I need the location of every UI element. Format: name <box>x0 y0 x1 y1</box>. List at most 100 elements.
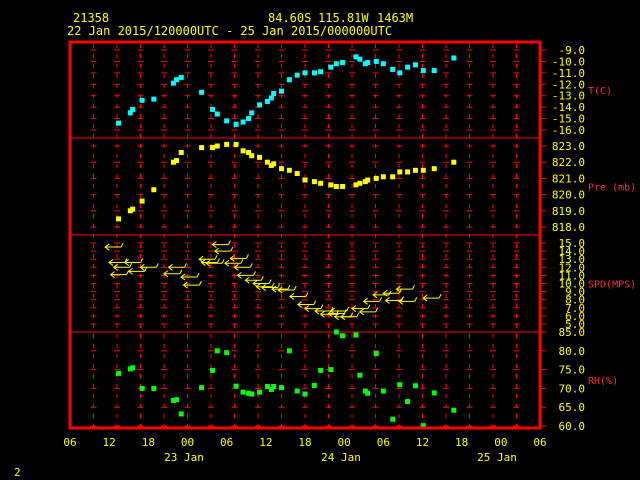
data-point <box>279 88 284 94</box>
page-number: 2 <box>14 466 21 479</box>
wind-barb <box>112 263 133 271</box>
wind-barb <box>139 263 159 271</box>
data-point <box>116 370 122 376</box>
data-point <box>240 119 246 125</box>
data-point <box>390 66 396 72</box>
data-point <box>224 350 230 356</box>
data-point <box>224 141 230 147</box>
data-point <box>246 116 252 122</box>
data-point <box>199 89 205 95</box>
data-point <box>451 159 457 165</box>
data-point <box>390 416 396 422</box>
wind-barb <box>362 297 383 305</box>
wind-barb <box>198 254 218 263</box>
x-tick-label: 06 <box>63 436 76 449</box>
x-tick-label: 18 <box>142 436 155 449</box>
data-point <box>249 110 255 116</box>
data-point <box>178 74 184 80</box>
data-point <box>340 184 346 189</box>
data-point <box>257 154 263 160</box>
y-tick-label: 75.0 <box>559 364 586 377</box>
data-point <box>151 385 157 391</box>
station-elev: 1463M <box>377 11 413 25</box>
data-point <box>328 367 334 373</box>
wind-barb <box>211 240 231 249</box>
data-point <box>328 64 334 70</box>
x-tick-label: 06 <box>533 436 546 449</box>
data-point <box>311 70 317 76</box>
y-axis-label: T(C) <box>588 86 612 97</box>
y-tick-label: 819.0 <box>552 205 585 218</box>
data-point <box>294 171 300 177</box>
y-tick-label: 820.0 <box>552 189 585 202</box>
data-point <box>139 198 145 204</box>
x-tick-label: 18 <box>455 436 468 449</box>
station-lat: 84.60S <box>268 11 311 25</box>
x-tick-label: 06 <box>220 436 233 449</box>
wind-barb <box>127 267 148 275</box>
data-point <box>210 367 216 373</box>
wind-barb <box>289 292 309 300</box>
y-tick-label: 80.0 <box>559 345 586 358</box>
data-point <box>286 167 292 173</box>
data-point <box>405 399 411 405</box>
data-point <box>116 120 122 126</box>
y-axis-label: Pre (mb) <box>588 183 636 194</box>
time-range: 22 Jan 2015/120000UTC - 25 Jan 2015/0000… <box>67 24 392 38</box>
data-point <box>214 348 220 354</box>
data-point <box>412 62 418 68</box>
data-point <box>257 102 263 108</box>
data-point <box>397 70 403 76</box>
data-point <box>294 388 300 394</box>
data-point <box>340 333 346 339</box>
x-tick-label: 12 <box>103 436 116 449</box>
wind-barb <box>213 246 234 255</box>
x-tick-label: 00 <box>181 436 194 449</box>
wind-barb <box>109 270 130 278</box>
data-point <box>431 166 437 172</box>
data-point <box>397 169 403 175</box>
x-day-label: 23 Jan <box>164 451 204 464</box>
data-point <box>178 411 184 417</box>
data-point <box>405 169 411 175</box>
data-point <box>286 77 292 83</box>
data-point <box>130 106 136 112</box>
data-point <box>279 166 284 172</box>
data-point <box>412 383 418 389</box>
data-point <box>249 153 255 159</box>
data-point <box>214 111 220 117</box>
wind-barb <box>167 263 187 271</box>
data-point <box>210 145 216 151</box>
data-point <box>268 95 274 101</box>
data-point <box>224 118 230 124</box>
x-day-label: 24 Jan <box>321 451 361 464</box>
y-tick-label: 823.0 <box>552 140 585 153</box>
y-tick-label: -16.0 <box>552 124 585 137</box>
data-point <box>380 174 386 180</box>
x-tick-label: 12 <box>416 436 429 449</box>
data-point <box>210 106 216 112</box>
data-point <box>451 55 457 61</box>
data-point <box>174 77 180 83</box>
y-axis-label: RH(%) <box>588 376 618 387</box>
data-point <box>302 177 308 183</box>
data-point <box>340 60 346 66</box>
data-point <box>174 397 180 403</box>
x-tick-label: 12 <box>259 436 272 449</box>
data-point <box>373 350 379 356</box>
data-point <box>333 61 339 67</box>
data-point <box>199 385 205 391</box>
data-point <box>420 68 426 74</box>
y-tick-label: 60.0 <box>559 420 586 433</box>
data-point <box>318 69 324 75</box>
x-day-label: 25 Jan <box>477 451 517 464</box>
data-point <box>373 58 379 64</box>
data-point <box>365 390 371 396</box>
wind-barb <box>233 263 253 271</box>
data-point <box>249 391 255 397</box>
x-tick-label: 00 <box>338 436 351 449</box>
header: 21358 84.60S 115.81W 1463M 22 Jan 2015/1… <box>67 11 413 38</box>
wind-barb <box>205 259 225 267</box>
data-point <box>311 179 317 185</box>
data-point <box>302 391 308 397</box>
